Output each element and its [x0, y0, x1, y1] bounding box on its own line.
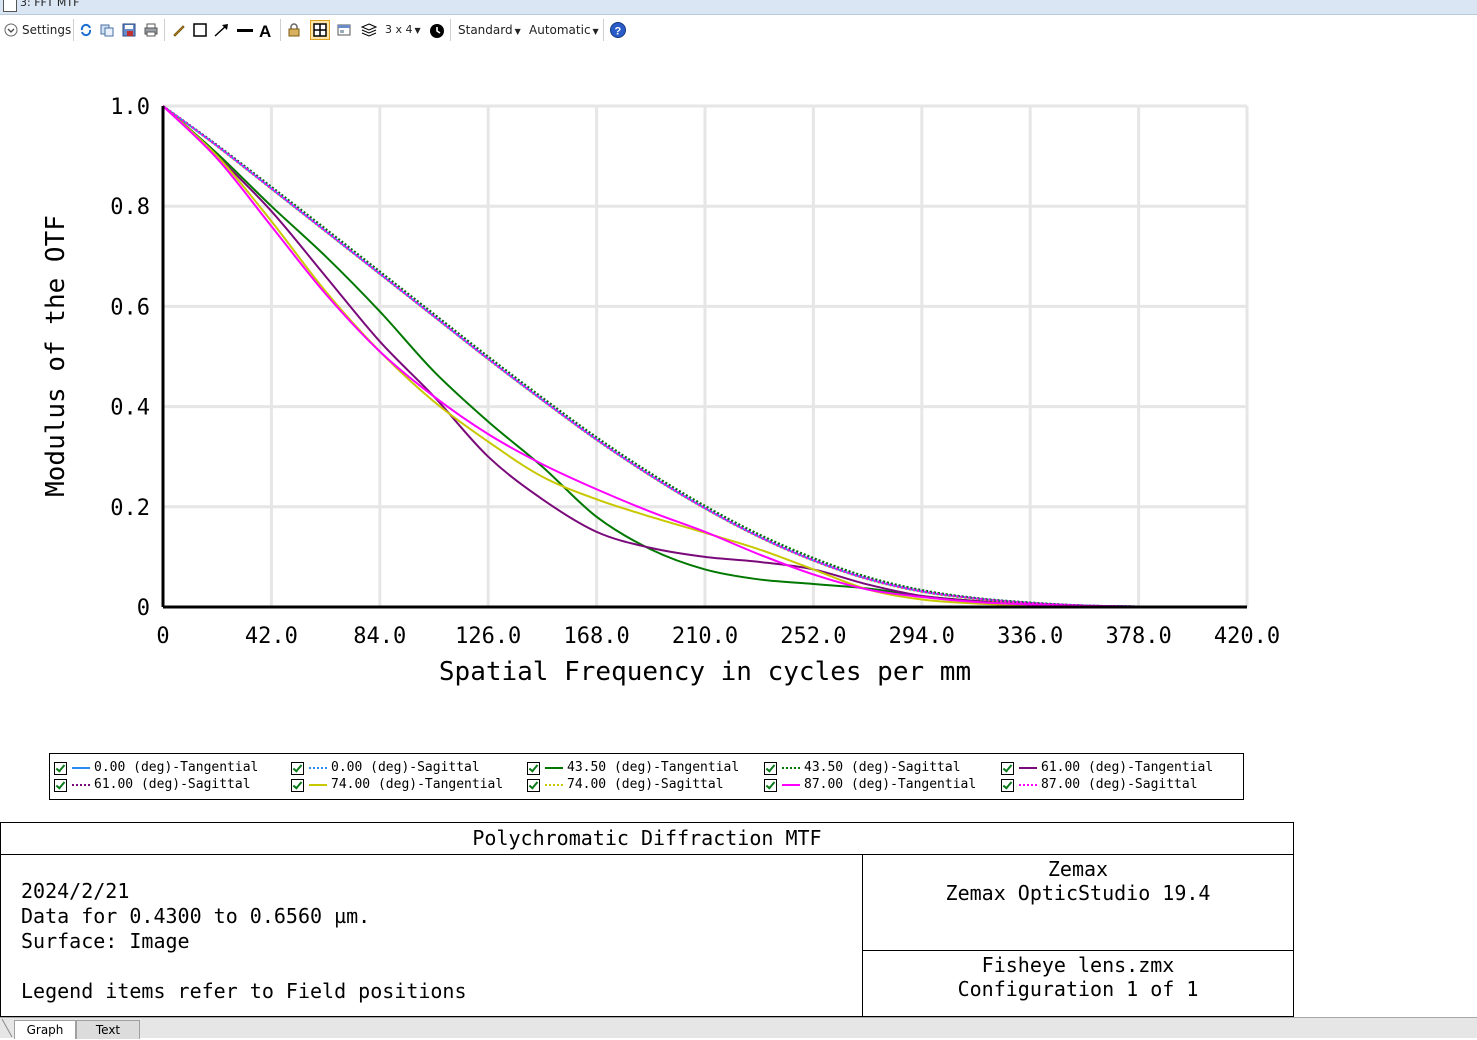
chart-legend: 0.00 (deg)-Tangential 0.00 (deg)-Sagittal…: [49, 753, 1244, 800]
checkbox-icon[interactable]: [291, 779, 304, 792]
x-tick-label: 336.0: [997, 624, 1063, 649]
legend-swatch: [545, 767, 563, 769]
legend-swatch: [309, 784, 327, 786]
legend-label: 43.50 (deg)-Sagittal: [804, 760, 961, 775]
x-tick-label: 0: [156, 624, 169, 649]
x-tick-labels: 0 42.0 84.0 126.0 168.0 210.0 252.0 294.0 336.0 3…: [156, 624, 1280, 649]
checkbox-icon[interactable]: [527, 779, 540, 792]
tab-text[interactable]: Text: [76, 1020, 140, 1039]
x-tick-label: 294.0: [889, 624, 955, 649]
x-axis-label: Spatial Frequency in cycles per mm: [439, 657, 971, 687]
info-file-panel: Fisheye lens.zmx Configuration 1 of 1: [863, 953, 1293, 1001]
legend-swatch: [1019, 767, 1037, 769]
checkbox-icon[interactable]: [54, 779, 67, 792]
legend-item[interactable]: 43.50 (deg)-Tangential: [527, 760, 759, 776]
legend-item[interactable]: 61.00 (deg)-Tangential: [1001, 760, 1233, 776]
legend-label: 74.00 (deg)-Sagittal: [567, 777, 724, 792]
x-tick-label: 420.0: [1214, 624, 1280, 649]
info-file: Fisheye lens.zmx: [981, 953, 1175, 977]
y-tick-label: 0.2: [110, 496, 150, 521]
legend-label: 0.00 (deg)-Sagittal: [331, 760, 480, 775]
legend-swatch: [72, 784, 90, 786]
tab-graph[interactable]: Graph: [14, 1020, 76, 1039]
legend-item[interactable]: 87.00 (deg)-Sagittal: [1001, 777, 1233, 793]
info-horizontal-divider: [862, 950, 1293, 951]
legend-swatch: [545, 784, 563, 786]
info-product: Zemax OpticStudio 19.4: [945, 881, 1211, 905]
legend-label: 43.50 (deg)-Tangential: [567, 760, 740, 775]
info-box: Polychromatic Diffraction MTF 2024/2/21 …: [0, 822, 1294, 1017]
legend-label: 61.00 (deg)-Tangential: [1041, 760, 1214, 775]
info-configuration: Configuration 1 of 1: [957, 977, 1199, 1001]
y-tick-label: 0.8: [110, 195, 150, 220]
info-vendor: Zemax: [1047, 857, 1109, 881]
legend-item[interactable]: 87.00 (deg)-Tangential: [764, 777, 996, 793]
legend-swatch: [72, 767, 90, 769]
tab-corner-icon: [0, 1018, 14, 1038]
legend-item[interactable]: 74.00 (deg)-Sagittal: [527, 777, 759, 793]
y-tick-label: 0.4: [110, 396, 150, 421]
info-title: Polychromatic Diffraction MTF: [1, 823, 1293, 855]
y-axis-label: Modulus of the OTF: [41, 215, 71, 497]
checkbox-icon[interactable]: [1001, 762, 1014, 775]
info-vendor-panel: Zemax Zemax OpticStudio 19.4: [863, 857, 1293, 905]
legend-label: 0.00 (deg)-Tangential: [94, 760, 259, 775]
legend-swatch: [782, 767, 800, 769]
legend-label: 74.00 (deg)-Tangential: [331, 777, 504, 792]
legend-item[interactable]: 43.50 (deg)-Sagittal: [764, 760, 996, 776]
legend-swatch: [1019, 784, 1037, 786]
legend-item[interactable]: 0.00 (deg)-Tangential: [54, 760, 286, 776]
legend-label: 61.00 (deg)-Sagittal: [94, 777, 251, 792]
checkbox-icon[interactable]: [1001, 779, 1014, 792]
x-tick-label: 378.0: [1105, 624, 1171, 649]
legend-swatch: [782, 784, 800, 786]
x-tick-label: 168.0: [563, 624, 629, 649]
x-tick-label: 84.0: [353, 624, 406, 649]
info-data-range: Data for 0.4300 to 0.6560 µm.: [21, 904, 371, 928]
mtf-chart: 0 42.0 84.0 126.0 168.0 210.0 252.0 294.0 336.0 3…: [41, 95, 1280, 687]
info-date: 2024/2/21: [21, 879, 130, 903]
y-tick-labels: 0 0.2 0.4 0.6 0.8 1.0: [110, 95, 150, 621]
legend-item[interactable]: 0.00 (deg)-Sagittal: [291, 760, 523, 776]
legend-item[interactable]: 74.00 (deg)-Tangential: [291, 777, 523, 793]
y-tick-label: 0.6: [110, 295, 150, 320]
info-legend-note: Legend items refer to Field positions: [21, 979, 467, 1003]
checkbox-icon[interactable]: [764, 762, 777, 775]
x-tick-label: 42.0: [245, 624, 298, 649]
legend-item[interactable]: 61.00 (deg)-Sagittal: [54, 777, 286, 793]
legend-swatch: [309, 767, 327, 769]
checkbox-icon[interactable]: [291, 762, 304, 775]
checkbox-icon[interactable]: [54, 762, 67, 775]
info-surface: Surface: Image: [21, 929, 190, 953]
x-tick-label: 126.0: [455, 624, 521, 649]
checkbox-icon[interactable]: [527, 762, 540, 775]
x-tick-label: 252.0: [780, 624, 846, 649]
legend-label: 87.00 (deg)-Tangential: [804, 777, 977, 792]
legend-label: 87.00 (deg)-Sagittal: [1041, 777, 1198, 792]
view-tabs: Graph Text: [0, 1017, 1477, 1039]
checkbox-icon[interactable]: [764, 779, 777, 792]
y-tick-label: 0: [137, 596, 150, 621]
y-tick-label: 1.0: [110, 95, 150, 120]
x-tick-label: 210.0: [672, 624, 738, 649]
info-left-panel: 2024/2/21 Data for 0.4300 to 0.6560 µm. …: [21, 879, 467, 1004]
